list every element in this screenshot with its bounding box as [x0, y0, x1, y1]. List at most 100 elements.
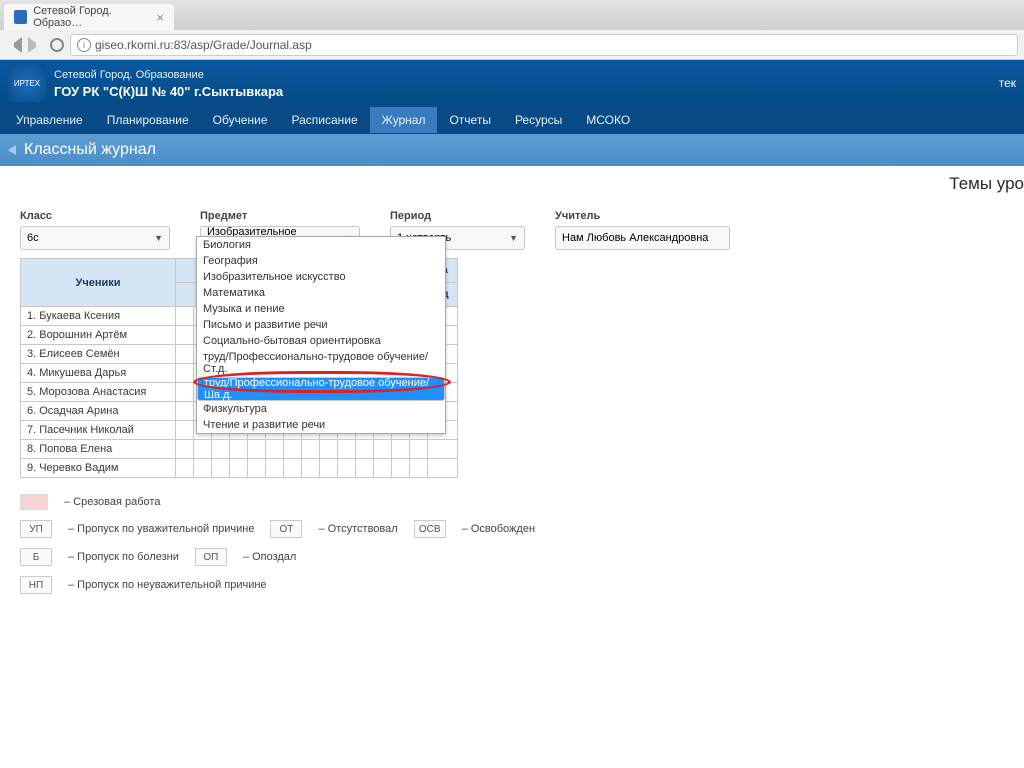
dropdown-option[interactable]: Чтение и развитие речи [197, 417, 445, 433]
dropdown-option[interactable]: труд/Профессионально-трудовое обучение/Ш… [197, 377, 445, 401]
portal-header: ИРТЕХ Сетевой Город. Образование ГОУ РК … [0, 60, 1024, 106]
grade-cell[interactable] [320, 459, 338, 478]
grade-cell[interactable] [284, 459, 302, 478]
close-icon[interactable]: × [156, 10, 164, 25]
dropdown-option[interactable]: Социально-бытовая ориентировка [197, 333, 445, 349]
grade-cell[interactable] [320, 440, 338, 459]
back-page-icon[interactable] [8, 145, 16, 155]
grade-cell[interactable] [302, 440, 320, 459]
student-name[interactable]: 4. Микушева Дарья [21, 364, 176, 383]
grade-cell[interactable] [284, 440, 302, 459]
student-name[interactable]: 1. Букаева Ксения [21, 307, 176, 326]
dropdown-option[interactable]: труд/Профессионально-трудовое обучение/С… [197, 349, 445, 377]
grade-cell[interactable] [212, 440, 230, 459]
legend-code: УП [20, 520, 52, 538]
grade-cell[interactable] [176, 440, 194, 459]
student-name[interactable]: 5. Морозова Анастасия [21, 383, 176, 402]
grade-cell[interactable] [392, 440, 410, 459]
grade-cell[interactable] [338, 459, 356, 478]
grade-cell[interactable] [176, 383, 194, 402]
grade-cell[interactable] [176, 459, 194, 478]
grade-cell[interactable] [356, 440, 374, 459]
grade-cell[interactable] [230, 459, 248, 478]
grade-cell[interactable] [194, 459, 212, 478]
period-label: Период [390, 210, 525, 222]
grade-cell[interactable] [230, 440, 248, 459]
dropdown-option[interactable]: Физкультура [197, 401, 445, 417]
srez-label: – Срезовая работа [64, 496, 160, 508]
grade-cell[interactable] [176, 364, 194, 383]
dropdown-option[interactable]: Письмо и развитие речи [197, 317, 445, 333]
grade-cell[interactable] [428, 440, 458, 459]
nav-item-7[interactable]: МСОКО [574, 107, 642, 133]
nav-item-3[interactable]: Расписание [280, 107, 370, 133]
dropdown-option[interactable]: Биология [197, 237, 445, 253]
chevron-down-icon: ▼ [154, 233, 163, 243]
url-input[interactable]: i giseo.rkomi.ru:83/asp/Grade/Journal.as… [70, 34, 1018, 56]
grade-cell[interactable] [176, 345, 194, 364]
dropdown-option[interactable]: Математика [197, 285, 445, 301]
page-title: Классный журнал [24, 141, 156, 159]
student-name[interactable]: 2. Ворошнин Артём [21, 326, 176, 345]
dropdown-option[interactable]: Музыка и пение [197, 301, 445, 317]
legend-text: – Пропуск по болезни [68, 551, 179, 563]
student-name[interactable]: 7. Пасечник Николай [21, 421, 176, 440]
legend-text: – Опоздал [243, 551, 296, 563]
grade-cell[interactable] [302, 459, 320, 478]
grade-cell[interactable] [176, 307, 194, 326]
legend-text: – Отсутствовал [318, 523, 397, 535]
grade-cell[interactable] [410, 440, 428, 459]
student-name[interactable]: 9. Черевко Вадим [21, 459, 176, 478]
grade-cell[interactable] [248, 440, 266, 459]
student-name[interactable]: 3. Елисеев Семён [21, 345, 176, 364]
favicon-icon [14, 10, 27, 24]
grade-cell[interactable] [266, 459, 284, 478]
grade-cell[interactable] [176, 421, 194, 440]
grade-cell[interactable] [392, 459, 410, 478]
back-icon[interactable] [6, 37, 22, 53]
grade-cell[interactable] [374, 459, 392, 478]
teacher-display: Нам Любовь Александровна [555, 226, 730, 250]
portal-nav: УправлениеПланированиеОбучениеРасписание… [0, 106, 1024, 134]
teacher-label: Учитель [555, 210, 730, 222]
info-icon: i [77, 38, 91, 52]
grade-cell[interactable] [428, 459, 458, 478]
grade-cell[interactable] [356, 459, 374, 478]
nav-item-0[interactable]: Управление [4, 107, 95, 133]
filters-row: Класс 6с▼ Предмет Изобразительное искусс… [0, 200, 1024, 258]
chevron-down-icon: ▼ [509, 233, 518, 243]
grade-cell[interactable] [212, 459, 230, 478]
grade-cell[interactable] [194, 440, 212, 459]
srez-swatch [20, 494, 48, 510]
nav-item-5[interactable]: Отчеты [437, 107, 502, 133]
browser-tab-strip: Сетевой Город. Образо… × [0, 0, 1024, 30]
students-header: Ученики [21, 259, 176, 307]
nav-item-6[interactable]: Ресурсы [503, 107, 574, 133]
dropdown-option[interactable]: География [197, 253, 445, 269]
table-row: 9. Черевко Вадим [21, 459, 458, 478]
subject-dropdown[interactable]: БиологияГеографияИзобразительное искусст… [196, 236, 446, 434]
grade-cell[interactable] [374, 440, 392, 459]
browser-tab[interactable]: Сетевой Город. Образо… × [4, 4, 174, 30]
reload-icon[interactable] [50, 38, 64, 52]
dropdown-option[interactable]: Изобразительное искусство [197, 269, 445, 285]
journal-table-wrap: Ученики ка од 1. Букаева Ксения2. Ворошн… [0, 258, 1024, 478]
logo-icon: ИРТЕХ [8, 64, 46, 102]
grade-cell[interactable] [248, 459, 266, 478]
legend-code: Б [20, 548, 52, 566]
student-name[interactable]: 6. Осадчая Арина [21, 402, 176, 421]
subject-label: Предмет [200, 210, 360, 222]
grade-cell[interactable] [410, 459, 428, 478]
grade-cell[interactable] [176, 326, 194, 345]
nav-item-1[interactable]: Планирование [95, 107, 201, 133]
header-right-text: тек [999, 76, 1016, 90]
student-name[interactable]: 8. Попова Елена [21, 440, 176, 459]
nav-item-4[interactable]: Журнал [370, 107, 438, 133]
grade-cell[interactable] [176, 402, 194, 421]
grade-cell[interactable] [338, 440, 356, 459]
nav-item-2[interactable]: Обучение [201, 107, 280, 133]
legend: – Срезовая работа УП– Пропуск по уважите… [0, 478, 1024, 620]
forward-icon[interactable] [28, 37, 44, 53]
grade-cell[interactable] [266, 440, 284, 459]
class-select[interactable]: 6с▼ [20, 226, 170, 250]
